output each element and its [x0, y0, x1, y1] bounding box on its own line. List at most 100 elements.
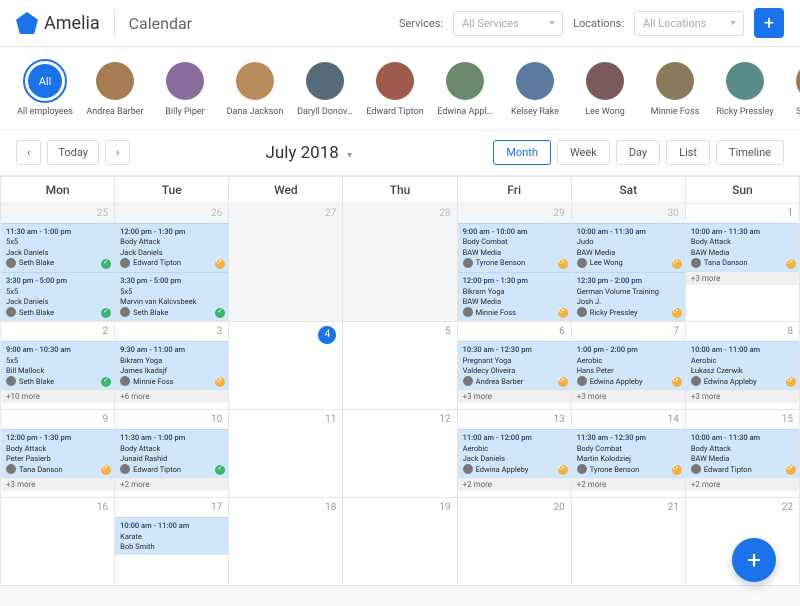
event-assignee: Ricky Pressley: [590, 308, 638, 317]
more-events-link[interactable]: +3 more: [458, 390, 571, 403]
avatar: [166, 62, 204, 100]
add-button[interactable]: +: [754, 8, 784, 38]
event[interactable]: 12:30 pm - 2:00 pmGerman Volume Training…: [572, 272, 685, 321]
event[interactable]: 9:00 am - 10:30 am5x5Bill MallockSeth Bl…: [1, 341, 114, 390]
calendar-cell[interactable]: 20: [457, 498, 571, 586]
event[interactable]: 11:30 am - 12:30 pmBody CombatMartin Kol…: [572, 429, 685, 478]
day-number: 2: [1, 322, 114, 341]
more-events-link[interactable]: +3 more: [572, 390, 685, 403]
event-title: Aerobic: [691, 356, 794, 365]
event[interactable]: 10:00 am - 11:00 amKarateBob Smith: [115, 517, 228, 555]
event[interactable]: 3:30 pm - 5:00 pm5x5Marvin van Kalcvsbee…: [115, 272, 228, 321]
view-month-button[interactable]: Month: [493, 140, 551, 165]
calendar-cell[interactable]: 1011:30 am - 1:00 pmBody AttackJunaid Ra…: [115, 410, 229, 498]
event[interactable]: 10:30 am - 12:30 pmPregnant YogaValdecy …: [458, 341, 571, 390]
event[interactable]: 9:00 am - 10:00 amBody CombatBAW MediaTy…: [458, 223, 571, 272]
calendar-cell[interactable]: 19: [343, 498, 457, 586]
calendar-cell[interactable]: 12: [343, 410, 457, 498]
more-events-link[interactable]: +3 more: [1, 478, 114, 491]
more-events-link[interactable]: +2 more: [115, 478, 228, 491]
calendar-cell[interactable]: 299:00 am - 10:00 amBody CombatBAW Media…: [457, 204, 571, 322]
event[interactable]: 11:30 am - 1:00 pmBody AttackJunaid Rash…: [115, 429, 228, 478]
status-pending-icon: [215, 259, 225, 269]
view-list-button[interactable]: List: [666, 140, 710, 165]
employee-filter[interactable]: AllAll employees: [16, 59, 74, 117]
event-title: 5x5: [120, 287, 223, 296]
calendar-cell[interactable]: 1710:00 am - 11:00 amKarateBob Smith: [115, 498, 229, 586]
locations-select[interactable]: All Locations: [634, 11, 744, 36]
more-events-link[interactable]: +3 more: [686, 390, 799, 403]
event[interactable]: 11:00 am - 12:00 pmAerobicJack DanielsEd…: [458, 429, 571, 478]
employee-filter[interactable]: Daryll Donov…: [296, 59, 354, 117]
employee-filter[interactable]: Andrea Barber: [86, 59, 144, 117]
employee-filter[interactable]: Edward Tipton: [366, 59, 424, 117]
calendar-cell[interactable]: 16: [1, 498, 115, 586]
calendar-cell[interactable]: 1510:00 am - 11:30 amBody AttackBAW Medi…: [685, 410, 799, 498]
more-events-link[interactable]: +2 more: [686, 478, 799, 491]
event[interactable]: 3:30 pm - 5:00 pm5x5Jack DanielsSeth Bla…: [1, 272, 114, 321]
employee-filter[interactable]: Minnie Foss: [646, 59, 704, 117]
calendar-cell[interactable]: 2612:00 pm - 1:30 pmBody AttackJack Dani…: [115, 204, 229, 322]
next-button[interactable]: ›: [105, 140, 130, 165]
event[interactable]: 12:00 pm - 1:30 pmBikram YogaBAW MediaMi…: [458, 272, 571, 321]
employee-filter[interactable]: Edwina Appl…: [436, 59, 494, 117]
calendar-cell[interactable]: 1311:00 am - 12:00 pmAerobicJack Daniels…: [457, 410, 571, 498]
calendar-cell[interactable]: 71:00 pm - 2:00 pmAerobicHans PeterEdwin…: [571, 322, 685, 410]
employee-filter[interactable]: Dana Jackson: [226, 59, 284, 117]
calendar-cell[interactable]: 21: [571, 498, 685, 586]
event-customer: Valdecy Oliveira: [463, 366, 566, 375]
services-select[interactable]: All Services: [453, 11, 563, 36]
calendar-cell[interactable]: 110:00 am - 11:30 amBody AttackBAW Media…: [685, 204, 799, 322]
employee-filter[interactable]: Billy Piper: [156, 59, 214, 117]
day-number: 20: [458, 498, 571, 517]
calendar-cell[interactable]: 610:30 am - 12:30 pmPregnant YogaValdecy…: [457, 322, 571, 410]
calendar-cell[interactable]: 11: [229, 410, 343, 498]
calendar-cell[interactable]: 912:00 pm - 1:30 pmBody AttackPeter Pasi…: [1, 410, 115, 498]
employee-filter[interactable]: Ricky Pressley: [716, 59, 774, 117]
calendar-cell[interactable]: 2511:30 am - 1:00 pm5x5Jack DanielsSeth …: [1, 204, 115, 322]
avatar: [446, 62, 484, 100]
event[interactable]: 10:00 am - 11:00 amAerobicŁukasz Czerwik…: [686, 341, 799, 390]
calendar-cell[interactable]: 4: [229, 322, 343, 410]
calendar-cell[interactable]: 18: [229, 498, 343, 586]
event-title: Karate: [120, 532, 223, 541]
view-day-button[interactable]: Day: [616, 140, 660, 165]
event-customer: Marvin van Kalcvsbeek: [120, 297, 223, 306]
status-pending-icon: [558, 259, 568, 269]
more-events-link[interactable]: +10 more: [1, 390, 114, 403]
view-timeline-button[interactable]: Timeline: [716, 140, 784, 165]
event[interactable]: 12:00 pm - 1:30 pmBody AttackJack Daniel…: [115, 223, 228, 272]
more-events-link[interactable]: +6 more: [115, 390, 228, 403]
event-title: Aerobic: [463, 444, 566, 453]
calendar-cell[interactable]: 28: [343, 204, 457, 322]
view-week-button[interactable]: Week: [557, 140, 610, 165]
calendar-cell[interactable]: 3010:00 am - 11:30 amJudoBAW MediaLee Wo…: [571, 204, 685, 322]
event-customer: Hans Peter: [577, 366, 680, 375]
prev-button[interactable]: ‹: [16, 140, 41, 165]
event[interactable]: 11:30 am - 1:00 pm5x5Jack DanielsSeth Bl…: [1, 223, 114, 272]
more-events-link[interactable]: +3 more: [686, 272, 799, 285]
calendar-cell[interactable]: 27: [229, 204, 343, 322]
employee-filter[interactable]: Lee Wong: [576, 59, 634, 117]
day-number: 28: [343, 204, 456, 223]
fab-add-button[interactable]: +: [732, 538, 776, 582]
employee-filter[interactable]: Seth Blak: [786, 59, 800, 117]
event[interactable]: 10:00 am - 11:30 amBody AttackBAW MediaT…: [686, 223, 799, 272]
event[interactable]: 9:30 am - 11:00 amBikram YogaJames Ikads…: [115, 341, 228, 390]
event[interactable]: 10:00 am - 11:30 amBody AttackBAW MediaE…: [686, 429, 799, 478]
more-events-link[interactable]: +2 more: [572, 478, 685, 491]
calendar-cell[interactable]: 5: [343, 322, 457, 410]
calendar-cell[interactable]: 810:00 am - 11:00 amAerobicŁukasz Czerwi…: [685, 322, 799, 410]
employee-filter[interactable]: Kelsey Rake: [506, 59, 564, 117]
calendar-cell[interactable]: 29:00 am - 10:30 am5x5Bill MallockSeth B…: [1, 322, 115, 410]
event[interactable]: 12:00 pm - 1:30 pmBody AttackPeter Pasie…: [1, 429, 114, 478]
today-button[interactable]: Today: [47, 140, 99, 165]
calendar-cell[interactable]: 39:30 am - 11:00 amBikram YogaJames Ikad…: [115, 322, 229, 410]
status-ok-icon: [215, 308, 225, 318]
chevron-down-icon[interactable]: ▾: [347, 150, 352, 161]
event[interactable]: 10:00 am - 11:30 amJudoBAW MediaLee Wong: [572, 223, 685, 272]
calendar-cell[interactable]: 1411:30 am - 12:30 pmBody CombatMartin K…: [571, 410, 685, 498]
avatar: [6, 258, 16, 268]
event[interactable]: 1:00 pm - 2:00 pmAerobicHans PeterEdwina…: [572, 341, 685, 390]
more-events-link[interactable]: +2 more: [458, 478, 571, 491]
